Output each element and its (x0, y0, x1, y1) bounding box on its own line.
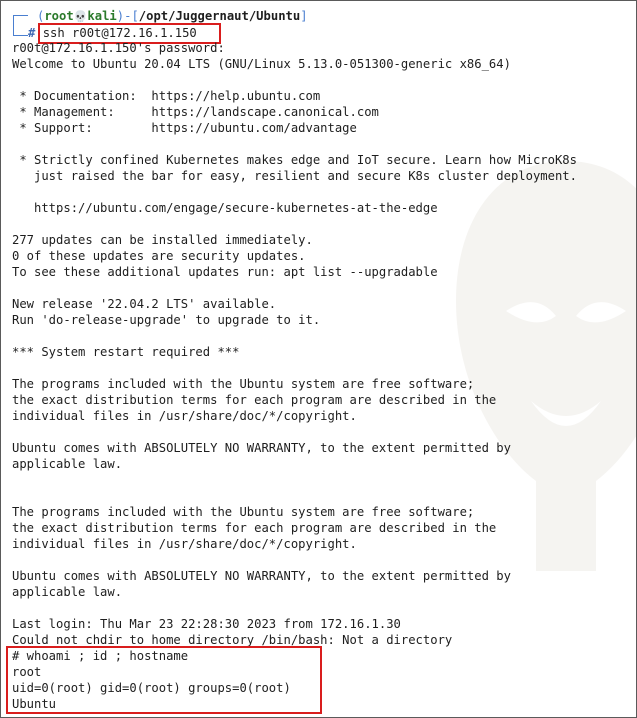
terminal-window[interactable]: (root💀kali)-[/opt/Juggernaut/Ubuntu] # s… (1, 1, 636, 717)
output-line: * Support: https://ubuntu.com/advantage (12, 121, 357, 135)
output-line: applicable law. (12, 457, 123, 471)
output-line: 0 of these updates are security updates. (12, 249, 306, 263)
output-line: * Documentation: https://help.ubuntu.com (12, 89, 321, 103)
output-line: https://ubuntu.com/engage/secure-kuberne… (12, 201, 438, 215)
result-highlight-box (6, 646, 322, 714)
prompt-user: root (44, 9, 74, 23)
output-line: * Management: https://landscape.canonica… (12, 105, 379, 119)
prompt-header: (root💀kali)-[/opt/Juggernaut/Ubuntu] (37, 9, 308, 23)
output-line: applicable law. (12, 585, 123, 599)
output-line: To see these additional updates run: apt… (12, 265, 438, 279)
output-line: Welcome to Ubuntu 20.04 LTS (GNU/Linux 5… (12, 57, 511, 71)
output-line: The programs included with the Ubuntu sy… (12, 505, 475, 519)
prompt-corner-bottom (13, 27, 28, 36)
output-line: just raised the bar for easy, resilient … (12, 169, 577, 183)
output-line: Run 'do-release-upgrade' to upgrade to i… (12, 313, 321, 327)
output-line: 277 updates can be installed immediately… (12, 233, 313, 247)
output-line: The programs included with the Ubuntu sy… (12, 377, 475, 391)
output-line: individual files in /usr/share/doc/*/cop… (12, 537, 357, 551)
root-prompt-symbol: # (28, 26, 36, 40)
screenshot-frame: (root💀kali)-[/opt/Juggernaut/Ubuntu] # s… (0, 0, 637, 718)
prompt-path: /opt/Juggernaut/Ubuntu (138, 9, 301, 23)
output-line: the exact distribution terms for each pr… (12, 521, 497, 535)
output-line: *** System restart required *** (12, 345, 240, 359)
output-line: r00t@172.16.1.150's password: (12, 41, 225, 55)
output-line: Last login: Thu Mar 23 22:28:30 2023 fro… (12, 617, 401, 631)
output-line: the exact distribution terms for each pr… (12, 393, 497, 407)
output-line: Ubuntu comes with ABSOLUTELY NO WARRANTY… (12, 569, 511, 583)
output-line: * Strictly confined Kubernetes makes edg… (12, 153, 577, 167)
prompt-host: kali (87, 9, 117, 23)
output-line: individual files in /usr/share/doc/*/cop… (12, 409, 357, 423)
output-line: New release '22.04.2 LTS' available. (12, 297, 277, 311)
output-line: Ubuntu comes with ABSOLUTELY NO WARRANTY… (12, 441, 511, 455)
skull-icon: 💀 (73, 10, 88, 23)
